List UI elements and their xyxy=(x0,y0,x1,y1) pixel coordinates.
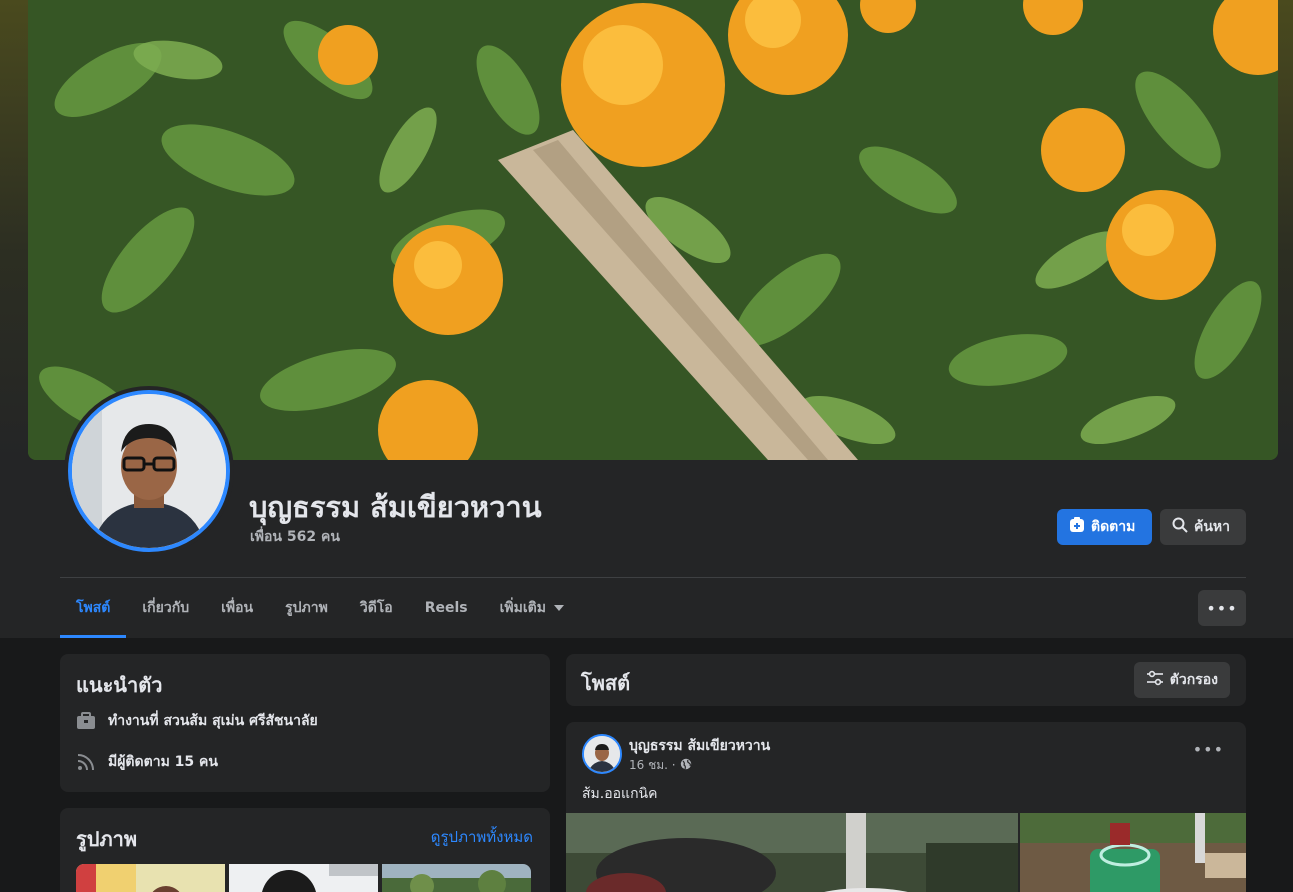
tab-reels-label: Reels xyxy=(424,600,468,616)
post-timestamp[interactable]: 16 ชม. · xyxy=(629,756,676,775)
search-button[interactable]: ค้นหา xyxy=(1160,509,1246,545)
photos-title: รูปภาพ xyxy=(76,827,138,851)
rss-icon xyxy=(76,752,96,772)
post-image-content xyxy=(566,813,1018,892)
more-icon: ••• xyxy=(1206,598,1238,618)
tab-posts[interactable]: โพสต์ xyxy=(60,578,127,638)
filter-label: ตัวกรอง xyxy=(1169,672,1218,688)
photo-thumbnail[interactable] xyxy=(229,864,378,892)
photo-thumbnail[interactable] xyxy=(382,864,531,892)
globe-icon xyxy=(680,758,692,773)
tab-videos[interactable]: วิดีโอ xyxy=(344,578,409,638)
posts-header: โพสต์ ตัวกรอง xyxy=(566,654,1246,706)
cover-photo[interactable] xyxy=(28,0,1278,460)
follow-button[interactable]: ติดตาม xyxy=(1057,509,1152,545)
post-image[interactable] xyxy=(566,813,1018,892)
intro-card: แนะนำตัว ทำงานที่ สวนส้ม สุเม่น ศรีสัชนา… xyxy=(60,654,550,792)
search-icon xyxy=(1172,517,1188,537)
chevron-down-icon xyxy=(553,605,564,611)
profile-avatar-image xyxy=(72,394,226,548)
follow-icon xyxy=(1069,517,1085,537)
profile-avatar[interactable] xyxy=(64,386,234,556)
photo-thumbnail-image xyxy=(76,864,225,892)
search-label: ค้นหา xyxy=(1194,519,1231,535)
post-image-content xyxy=(1020,813,1246,892)
tab-photos-label: รูปภาพ xyxy=(285,600,328,616)
photo-thumbnail-image xyxy=(229,864,378,892)
profile-name: บุญธรรม ส้มเขียวหวาน xyxy=(249,490,542,524)
post-card: บุญธรรม ส้มเขียวหวาน 16 ชม. · ••• ส้ม.ออ… xyxy=(566,722,1246,892)
more-options-button[interactable]: ••• xyxy=(1198,590,1246,626)
post-author-avatar-image xyxy=(584,736,620,772)
post-author-avatar[interactable] xyxy=(582,734,622,774)
post-image[interactable] xyxy=(1020,813,1246,892)
follow-label: ติดตาม xyxy=(1091,519,1136,535)
tab-posts-label: โพสต์ xyxy=(76,600,111,616)
photo-thumbnail-image xyxy=(382,864,531,892)
see-all-photos-link[interactable]: ดูรูปภาพทั้งหมด xyxy=(431,825,533,849)
cover-photo-image xyxy=(28,0,1278,460)
tab-videos-label: วิดีโอ xyxy=(359,600,393,616)
tab-friends-label: เพื่อน xyxy=(221,600,254,616)
tab-about-label: เกี่ยวกับ xyxy=(142,600,190,616)
intro-followers-text: มีผู้ติดตาม 15 คน xyxy=(108,754,218,770)
filter-icon xyxy=(1146,670,1164,690)
profile-tabs: โพสต์ เกี่ยวกับ เพื่อน รูปภาพ วิดีโอ Ree… xyxy=(60,578,580,638)
tab-photos[interactable]: รูปภาพ xyxy=(269,578,344,638)
post-meta: 16 ชม. · xyxy=(629,756,692,775)
filter-button[interactable]: ตัวกรอง xyxy=(1133,662,1230,698)
tab-more[interactable]: เพิ่มเติม xyxy=(484,578,580,638)
tab-more-label: เพิ่มเติม xyxy=(499,600,546,616)
tab-about[interactable]: เกี่ยวกับ xyxy=(126,578,205,638)
tab-reels[interactable]: Reels xyxy=(409,578,484,638)
photo-thumbnail[interactable] xyxy=(76,864,225,892)
friend-count[interactable]: เพื่อน 562 คน xyxy=(250,526,340,548)
intro-followers-row[interactable]: มีผู้ติดตาม 15 คน xyxy=(76,751,218,773)
intro-work-text: ทำงานที่ สวนส้ม สุเม่น ศรีสัชนาลัย xyxy=(108,713,318,729)
briefcase-icon xyxy=(76,711,96,731)
post-text: ส้ม.ออแกนิค xyxy=(582,786,658,802)
posts-title: โพสต์ xyxy=(581,671,631,695)
post-options-button[interactable]: ••• xyxy=(1193,740,1224,759)
intro-work-row: ทำงานที่ สวนส้ม สุเม่น ศรีสัชนาลัย xyxy=(76,710,318,732)
photos-card: รูปภาพ ดูรูปภาพทั้งหมด xyxy=(60,808,550,892)
intro-title: แนะนำตัว xyxy=(76,673,163,697)
tab-friends[interactable]: เพื่อน xyxy=(205,578,269,638)
post-author-name[interactable]: บุญธรรม ส้มเขียวหวาน xyxy=(629,735,770,757)
